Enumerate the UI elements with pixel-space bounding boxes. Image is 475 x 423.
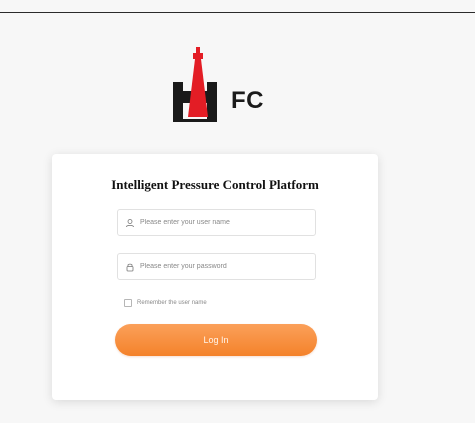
remember-checkbox[interactable] [124,299,132,307]
logo: FC [165,45,275,125]
password-input[interactable] [140,263,300,270]
username-input[interactable] [140,219,300,226]
username-field[interactable] [117,209,316,236]
top-divider [0,12,475,13]
lock-icon [126,263,134,271]
password-field[interactable] [117,253,316,280]
login-card: Intelligent Pressure Control Platform Re… [52,154,378,400]
login-button[interactable]: Log In [115,324,317,356]
logo-text: FC [231,87,264,114]
remember-label: Remember the user name [137,300,207,306]
login-title: Intelligent Pressure Control Platform [111,177,319,192]
remember-option[interactable]: Remember the user name [124,297,207,309]
logo-mark-icon [173,47,217,122]
user-icon [126,218,134,227]
